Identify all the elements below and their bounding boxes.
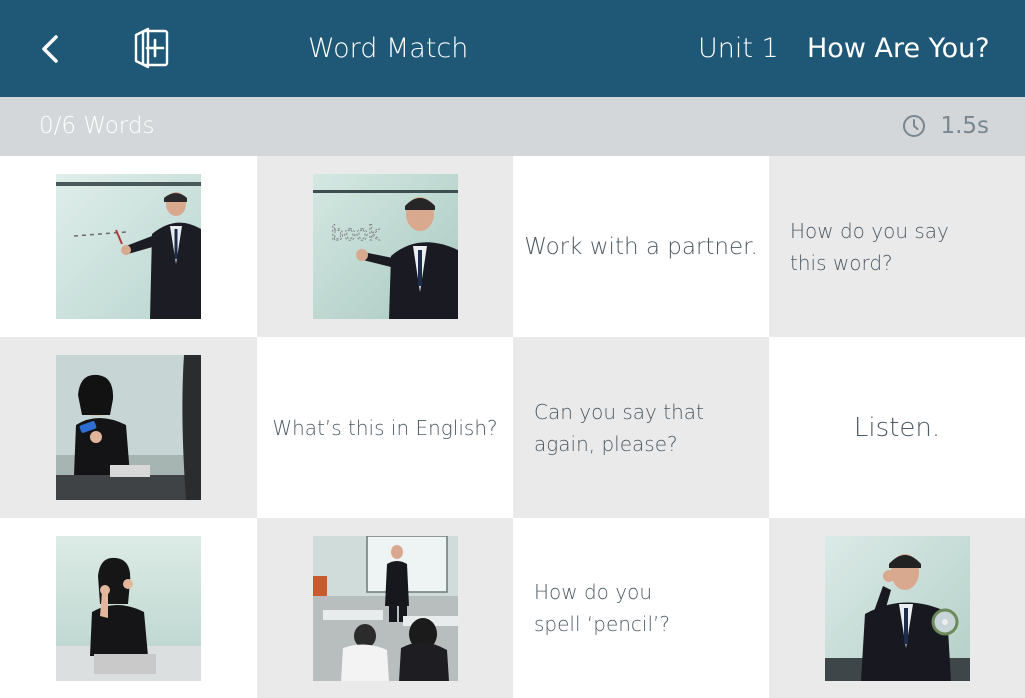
chevron-left-icon <box>42 35 58 63</box>
teacher-listening-cd-photo <box>825 536 970 681</box>
timer: 1.5s <box>902 111 989 141</box>
status-bar: 0/6 Words 1.5s <box>0 97 1025 156</box>
match-tile-text[interactable]: How do you spell ‘pencil’? <box>513 518 769 698</box>
app-header: Word Match Unit 1 How Are You? <box>0 0 1025 97</box>
add-page-button[interactable] <box>127 24 175 72</box>
student-holding-eraser-photo <box>56 355 201 500</box>
lesson-title: How Are You? <box>807 33 990 64</box>
teacher-writing-book-photo: book <box>313 174 458 319</box>
match-tile-text[interactable]: Listen. <box>769 337 1025 518</box>
app-title: Word Match <box>308 33 469 64</box>
phrase-text: Can you say that again, please? <box>534 399 704 456</box>
match-tile-image[interactable] <box>0 518 257 698</box>
match-tile-image[interactable] <box>0 337 257 518</box>
match-tile-text[interactable]: Work with a partner. <box>513 156 769 337</box>
student-raising-hand-photo <box>56 536 201 681</box>
back-button[interactable] <box>30 28 70 70</box>
match-tile-image[interactable] <box>257 518 513 698</box>
match-tile-text[interactable]: How do you say this word? <box>769 156 1025 337</box>
svg-text:book: book <box>331 221 380 245</box>
clock-icon <box>903 115 926 137</box>
phrase-text: How do you say this word? <box>790 218 949 275</box>
teacher-facing-class-photo <box>313 536 458 681</box>
teacher-pointing-whiteboard-photo <box>56 174 201 319</box>
phrase-text: Work with a partner. <box>524 233 758 260</box>
match-grid: book Work with a partner. How do you say… <box>0 156 1025 698</box>
timer-value: 1.5s <box>940 113 989 139</box>
words-progress: 0/6 Words <box>39 113 155 139</box>
phrase-text: What’s this in English? <box>272 415 498 440</box>
match-tile-image[interactable] <box>0 156 257 337</box>
match-tile-image[interactable]: book <box>257 156 513 337</box>
match-tile-text[interactable]: Can you say that again, please? <box>513 337 769 518</box>
add-page-icon <box>134 27 169 69</box>
match-tile-image[interactable] <box>769 518 1025 698</box>
unit-label: Unit 1 <box>698 33 779 64</box>
phrase-text: Listen. <box>853 412 941 443</box>
match-tile-text[interactable]: What’s this in English? <box>257 337 513 518</box>
phrase-text: How do you spell ‘pencil’? <box>534 580 671 636</box>
